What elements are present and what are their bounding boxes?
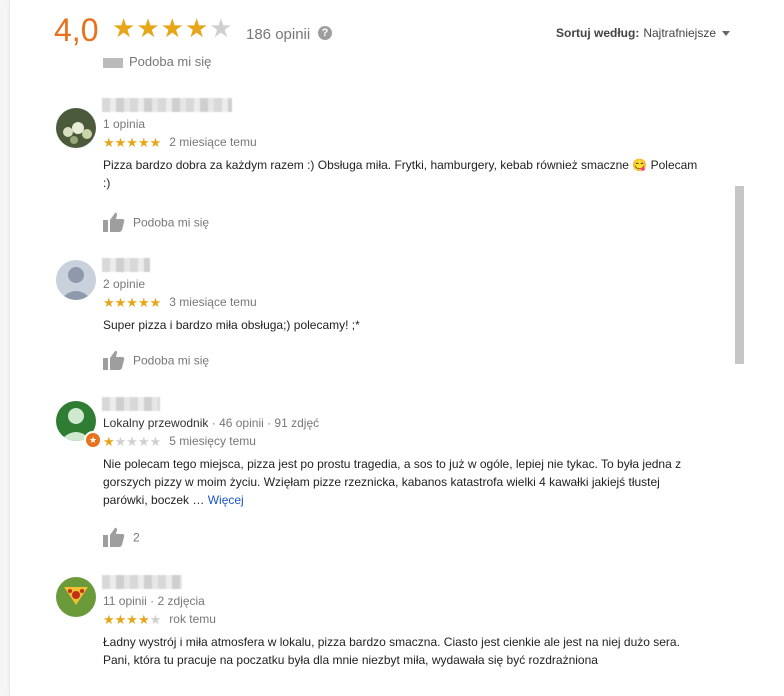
like-count: 2 bbox=[133, 530, 140, 545]
review-count: 186 opinii bbox=[246, 26, 311, 43]
thumbs-up-icon bbox=[103, 527, 125, 550]
star-icon: ★ bbox=[112, 13, 137, 43]
more-link[interactable]: Więcej bbox=[208, 493, 244, 507]
chevron-down-icon bbox=[722, 31, 731, 37]
avatar bbox=[56, 577, 96, 617]
review-stars: ★★★★★ bbox=[103, 135, 162, 150]
reviews-panel: 4,0 ★★★★★ 186 opinii ? Sortuj według: Naj… bbox=[10, 0, 784, 696]
review-date: 5 miesięcy temu bbox=[169, 434, 256, 448]
like-button[interactable]: Podoba mi się bbox=[103, 350, 209, 373]
avatar bbox=[56, 260, 96, 300]
sort-value: Najtrafniejsze bbox=[643, 26, 717, 40]
review-date: 2 miesiące temu bbox=[169, 135, 257, 149]
reviewer-name-blurred bbox=[102, 575, 182, 589]
local-guide-label: Lokalny przewodnik bbox=[103, 416, 209, 430]
review-date: rok temu bbox=[169, 612, 216, 626]
reviewer-meta: Lokalny przewodnik · 46 opinii · 91 zdję… bbox=[103, 416, 319, 430]
help-icon[interactable]: ? bbox=[318, 26, 332, 40]
local-guide-badge-icon: ★ bbox=[84, 431, 102, 449]
like-button[interactable]: 2 bbox=[103, 527, 140, 550]
sort-label: Sortuj według: bbox=[556, 26, 640, 40]
reviewer-meta: 2 opinie bbox=[103, 277, 146, 291]
reviews-list[interactable]: Podoba mi się 1 opinia ★★★★★ 2 miesiące t… bbox=[10, 56, 750, 696]
review-stars: ★★★★★ bbox=[103, 612, 162, 627]
like-label: Podoba mi się bbox=[133, 353, 210, 368]
thumbs-up-icon bbox=[103, 350, 125, 373]
review-rating: ★★★★★ 3 miesiące temu bbox=[103, 294, 257, 312]
reviewer-stats: · 46 opinii · 91 zdjęć bbox=[208, 416, 320, 430]
review-text: Super pizza i bardzo miła obsługa;) pole… bbox=[103, 318, 360, 332]
review-stars: ★★★★★ bbox=[103, 434, 162, 449]
star-icon: ★ bbox=[184, 13, 210, 43]
reviews-header: 4,0 ★★★★★ 186 opinii ? Sortuj według: Naj… bbox=[54, 10, 754, 50]
average-stars: ★★★★★ bbox=[112, 13, 234, 44]
reviewer-name-blurred bbox=[102, 258, 150, 272]
reviewer-name-blurred bbox=[102, 397, 160, 411]
reviewer-name-blurred bbox=[102, 98, 232, 112]
review-rating: ★★★★★ rok temu bbox=[103, 611, 216, 629]
review-text: Pizza bardzo dobra za każdym razem :) Ob… bbox=[103, 158, 698, 190]
like-button[interactable]: Podoba mi się bbox=[103, 212, 209, 235]
star-empty-icon: ★ bbox=[209, 13, 234, 43]
like-label: Podoba mi się bbox=[133, 215, 210, 230]
average-rating: 4,0 bbox=[54, 12, 99, 48]
thumbs-up-icon bbox=[103, 57, 123, 68]
star-icon: ★ bbox=[136, 13, 161, 43]
reviewer-meta: 11 opinii · 2 zdjęcia bbox=[103, 594, 205, 608]
sort-dropdown[interactable]: Sortuj według: Najtrafniejsze bbox=[556, 26, 731, 40]
review-rating: ★★★★★ 2 miesiące temu bbox=[103, 134, 257, 152]
scrollbar-thumb[interactable] bbox=[735, 186, 744, 364]
review-text: Nie polecam tego miejsca, pizza jest po … bbox=[103, 457, 682, 507]
avatar bbox=[56, 108, 96, 148]
thumbs-up-icon bbox=[103, 212, 125, 235]
reviewer-meta: 1 opinia bbox=[103, 117, 146, 131]
review-date: 3 miesiące temu bbox=[169, 295, 257, 309]
review-stars: ★★★★★ bbox=[103, 295, 162, 310]
star-icon: ★ bbox=[160, 13, 185, 43]
like-button-partial[interactable]: Podoba mi się bbox=[103, 56, 211, 69]
review-rating: ★★★★★ 5 miesięcy temu bbox=[103, 433, 256, 451]
review-text: Ładny wystrój i miła atmosfera w lokalu,… bbox=[103, 635, 680, 667]
